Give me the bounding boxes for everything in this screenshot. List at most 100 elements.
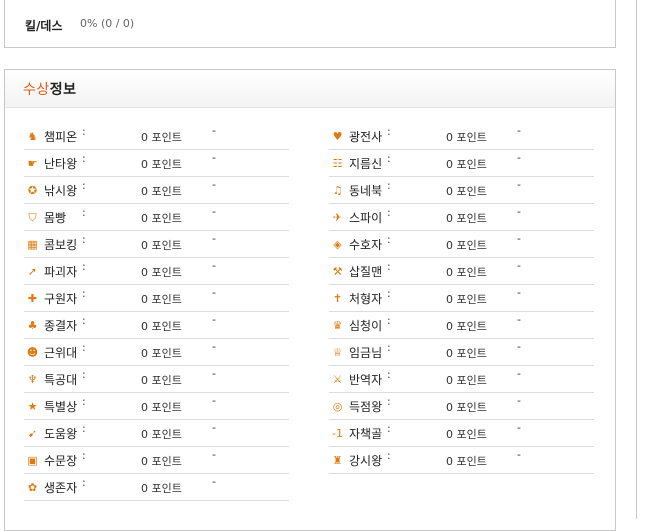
award-points: 0 포인트	[446, 212, 487, 225]
award-points: 0 포인트	[141, 185, 182, 198]
award-extra: -	[212, 367, 216, 380]
award-points: 0 포인트	[141, 320, 182, 333]
award-colon: :	[82, 314, 86, 327]
award-colon: :	[387, 206, 391, 219]
award-points: 0 포인트	[446, 374, 487, 387]
award-name: 특공대	[44, 373, 78, 387]
award-extra: -	[212, 124, 216, 137]
killdeath-label: 킬/데스	[25, 19, 63, 33]
award-row: ♞ 챔피온: 0 포인트 -	[24, 123, 289, 150]
minus-one-icon: -1	[332, 427, 343, 440]
award-row: ♆ 특공대: 0 포인트 -	[24, 366, 289, 393]
award-points: 0 포인트	[446, 185, 487, 198]
award-extra: -	[517, 448, 521, 461]
award-points: 0 포인트	[141, 131, 182, 144]
award-row: ◎ 득점왕: 0 포인트 -	[329, 393, 594, 420]
award-name: 처형자	[349, 292, 383, 306]
trophy-icon: ♞	[27, 130, 38, 143]
award-row: ▦ 콤보킹: 0 포인트 -	[24, 231, 289, 258]
award-colon: :	[82, 422, 86, 435]
award-name: 지름신	[349, 157, 383, 171]
award-row: ☻ 근위대: 0 포인트 -	[24, 339, 289, 366]
award-colon: :	[387, 449, 391, 462]
award-points: 0 포인트	[446, 293, 487, 306]
award-row: -1 자책골: 0 포인트 -	[329, 420, 594, 447]
award-row: ♫ 동네북: 0 포인트 -	[329, 177, 594, 204]
award-points: 0 포인트	[141, 428, 182, 441]
star-icon: ★	[27, 400, 38, 413]
award-name: 자책골	[349, 427, 383, 441]
award-extra: -	[212, 286, 216, 299]
award-name: 파괴자	[44, 265, 78, 279]
award-extra: -	[517, 232, 521, 245]
award-points: 0 포인트	[446, 401, 487, 414]
award-colon: :	[387, 287, 391, 300]
award-row: ➹ 도움왕: 0 포인트 -	[24, 420, 289, 447]
award-colon: :	[82, 152, 86, 165]
award-extra: -	[517, 340, 521, 353]
award-extra: -	[517, 367, 521, 380]
award-extra: -	[212, 205, 216, 218]
cross-icon: ✝	[332, 292, 343, 305]
award-extra: -	[212, 232, 216, 245]
award-points: 0 포인트	[141, 212, 182, 225]
award-row: ♕ 임금님: 0 포인트 -	[329, 339, 594, 366]
award-extra: -	[517, 394, 521, 407]
award-name: 구원자	[44, 292, 78, 306]
award-colon: :	[82, 368, 86, 381]
award-name: 심청이	[349, 319, 383, 333]
award-colon: :	[387, 422, 391, 435]
panel-title: 수상정보	[23, 79, 77, 99]
award-row: ✿ 생존자: 0 포인트 -	[24, 474, 289, 501]
award-points: 0 포인트	[446, 239, 487, 252]
award-points: 0 포인트	[446, 158, 487, 171]
award-points: 0 포인트	[141, 374, 182, 387]
wings-icon: ♆	[27, 373, 38, 386]
award-points: 0 포인트	[446, 428, 487, 441]
award-points: 0 포인트	[141, 293, 182, 306]
award-colon: :	[82, 449, 86, 462]
award-name: 강시왕	[349, 454, 383, 468]
award-row: ✝ 처형자: 0 포인트 -	[329, 285, 594, 312]
award-points: 0 포인트	[141, 401, 182, 414]
award-row: ★ 특별상: 0 포인트 -	[24, 393, 289, 420]
award-name: 종결자	[44, 319, 78, 333]
box-icon: ☷	[332, 157, 343, 170]
award-colon: :	[387, 368, 391, 381]
shield-icon: ⛉	[28, 211, 37, 224]
shovel-icon: ⚒	[332, 265, 343, 278]
award-info-panel: 수상정보 ♞ 챔피온: 0 포인트 - ☛ 난타왕: 0 포인트 - ✪ 낚시왕: 0 포인트 - ⛉ 몸…	[4, 69, 616, 531]
award-extra: -	[212, 340, 216, 353]
award-extra: -	[517, 151, 521, 164]
spy-icon: ✈	[332, 211, 343, 224]
award-extra: -	[517, 124, 521, 137]
award-colon: :	[387, 260, 391, 273]
award-name: 스파이	[349, 211, 383, 225]
award-name: 광전사	[349, 130, 383, 144]
right-border-line	[636, 0, 637, 519]
award-name: 난타왕	[44, 157, 78, 171]
helmet-icon: ☻	[26, 346, 39, 359]
award-colon: :	[82, 179, 86, 192]
award-name: 반역자	[349, 373, 383, 387]
award-row: ✈ 스파이: 0 포인트 -	[329, 204, 594, 231]
award-name: 몸빵	[44, 211, 67, 225]
award-row: ☛ 난타왕: 0 포인트 -	[24, 150, 289, 177]
award-row: ♣ 종결자: 0 포인트 -	[24, 312, 289, 339]
award-extra: -	[212, 259, 216, 272]
award-name: 낚시왕	[44, 184, 78, 198]
diamond-icon: ◈	[333, 238, 342, 251]
award-row: ➚ 파괴자: 0 포인트 -	[24, 258, 289, 285]
boot-icon: ➹	[27, 427, 38, 440]
award-row: ✚ 구원자: 0 포인트 -	[24, 285, 289, 312]
crown-icon: ♕	[332, 346, 343, 359]
award-row: ♛ 심청이: 0 포인트 -	[329, 312, 594, 339]
award-extra: -	[212, 448, 216, 461]
award-points: 0 포인트	[141, 266, 182, 279]
award-row: ♜ 강시왕: 0 포인트 -	[329, 447, 594, 474]
award-extra: -	[212, 394, 216, 407]
award-points: 0 포인트	[446, 131, 487, 144]
award-points: 0 포인트	[141, 158, 182, 171]
fish-icon: ✪	[27, 184, 38, 197]
award-extra: -	[517, 205, 521, 218]
